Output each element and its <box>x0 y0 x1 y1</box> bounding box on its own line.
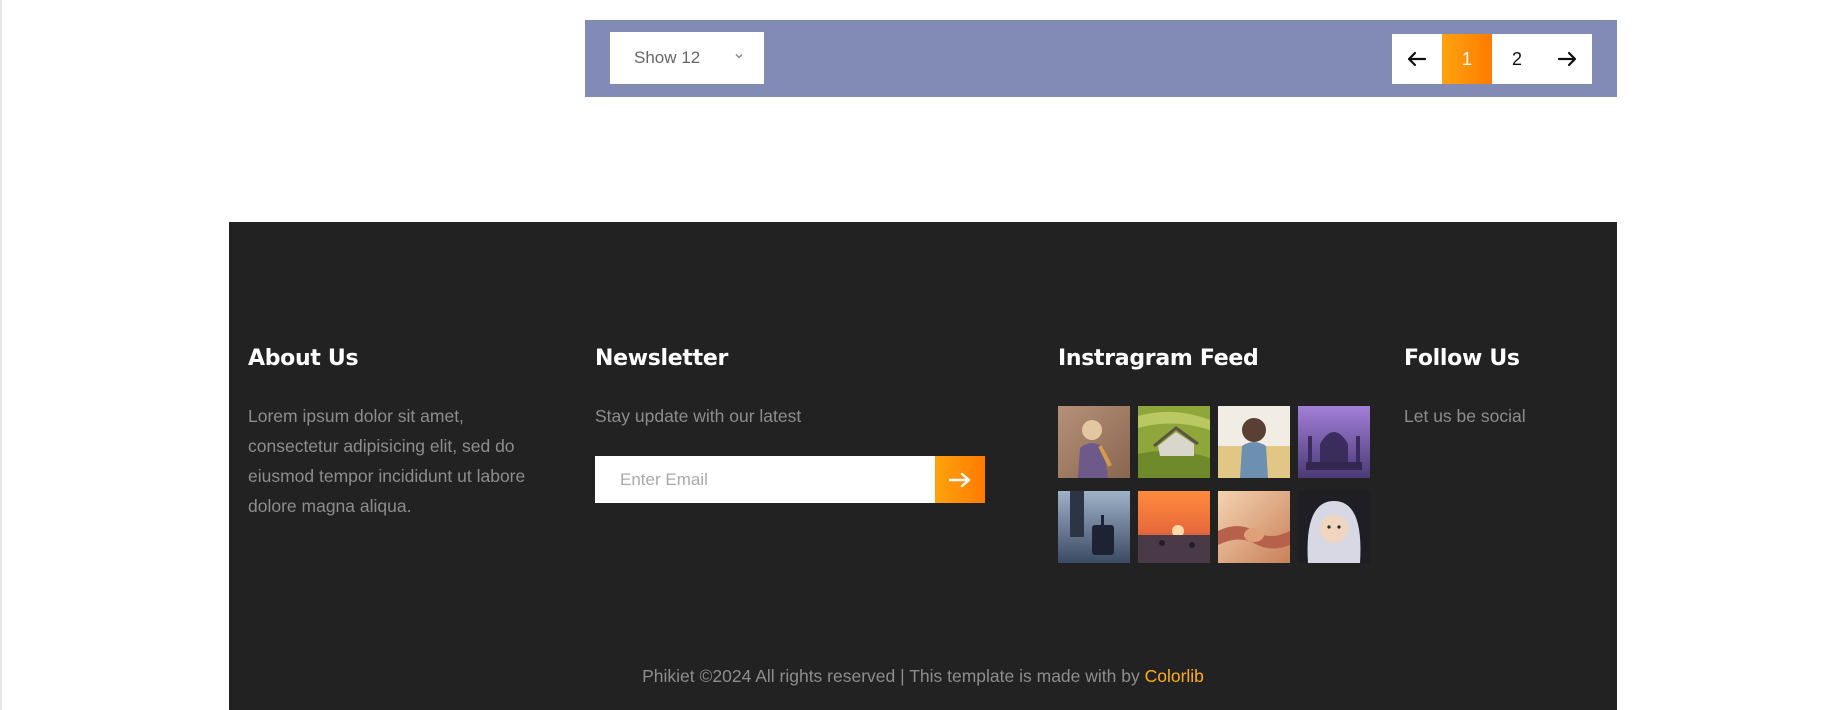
show-count-value: Show 12 <box>634 48 701 67</box>
page-left-border <box>0 0 2 710</box>
subscribe-button[interactable] <box>935 456 985 503</box>
arrow-right-icon <box>949 472 971 487</box>
arrow-right-icon <box>1557 51 1577 67</box>
instagram-photo-1[interactable] <box>1058 406 1130 478</box>
pagination-page-2[interactable]: 2 <box>1492 34 1542 84</box>
pagination-next-button[interactable] <box>1542 34 1592 84</box>
instagram-photo-2[interactable] <box>1138 406 1210 478</box>
instagram-photo-4[interactable] <box>1298 406 1370 478</box>
instagram-title: Instragram Feed <box>1058 346 1259 371</box>
chevron-down-icon <box>735 54 743 59</box>
newsletter-form <box>595 456 985 503</box>
colorlib-link[interactable]: Colorlib <box>1145 666 1204 686</box>
site-footer: About Us Lorem ipsum dolor sit amet, con… <box>229 222 1617 710</box>
follow-title: Follow Us <box>1404 346 1520 371</box>
pagination-prev-button[interactable] <box>1392 34 1442 84</box>
product-filter-bar: Show 12 1 2 <box>585 20 1617 97</box>
newsletter-text: Stay update with our latest <box>595 406 802 426</box>
copyright-text: Phikiet ©2024 All rights reserved | This… <box>642 666 1145 686</box>
footer-follow-section: Follow Us Let us be social <box>1404 346 1604 431</box>
arrow-left-icon <box>1407 51 1427 67</box>
pagination-page-1[interactable]: 1 <box>1442 34 1492 84</box>
footer-instagram-section: Instragram Feed <box>1058 346 1378 563</box>
email-input[interactable] <box>595 456 935 503</box>
footer-about-section: About Us Lorem ipsum dolor sit amet, con… <box>248 346 548 521</box>
footer-newsletter-section: Newsletter Stay update with our latest <box>595 346 995 503</box>
instagram-photo-7[interactable] <box>1218 491 1290 563</box>
instagram-photo-3[interactable] <box>1218 406 1290 478</box>
instagram-photo-8[interactable] <box>1298 491 1370 563</box>
follow-text: Let us be social <box>1404 406 1526 426</box>
about-title: About Us <box>248 346 359 371</box>
show-count-select[interactable]: Show 12 <box>610 32 764 84</box>
about-text: Lorem ipsum dolor sit amet, consectetur … <box>248 406 526 516</box>
instagram-photo-6[interactable] <box>1138 491 1210 563</box>
copyright-line: Phikiet ©2024 All rights reserved | This… <box>229 666 1617 687</box>
newsletter-title: Newsletter <box>595 346 729 371</box>
instagram-photo-5[interactable] <box>1058 491 1130 563</box>
pagination: 1 2 <box>1392 34 1592 84</box>
